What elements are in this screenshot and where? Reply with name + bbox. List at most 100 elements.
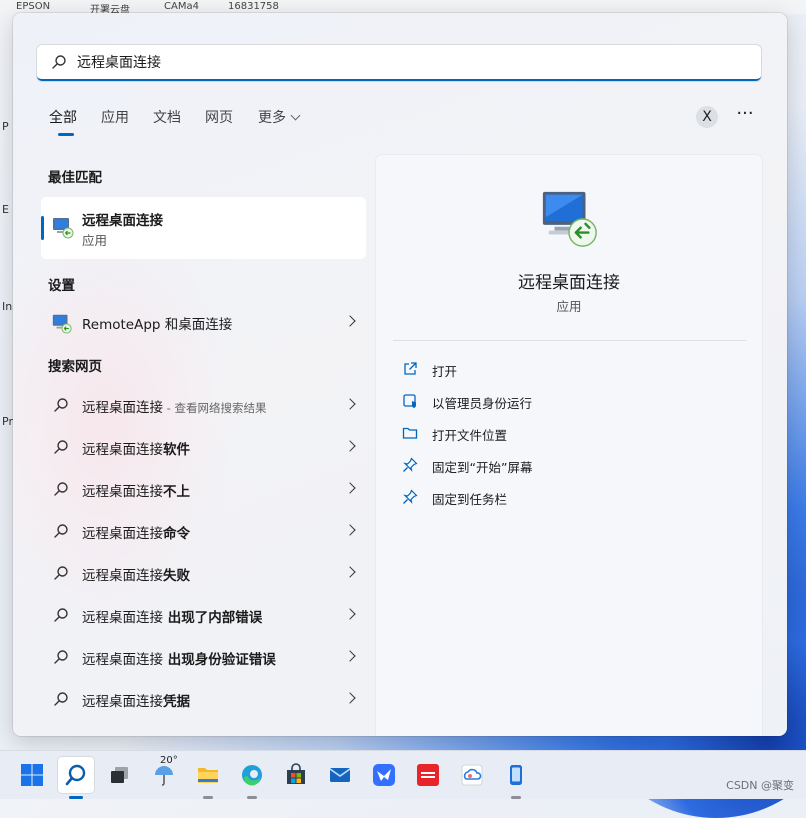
weather-widget[interactable]: 20° — [146, 755, 182, 793]
chevron-right-icon — [344, 440, 356, 452]
desktop-icon-label: 16831758 — [228, 1, 279, 12]
web-result-query: 远程桌面连接 — [82, 610, 163, 626]
web-result-label: 远程桌面连接不上 — [82, 480, 190, 500]
tab-all[interactable]: 全部 — [49, 107, 77, 127]
desktop-icon-label: CAMa4 — [164, 1, 199, 12]
search-icon — [54, 398, 68, 412]
search-input[interactable] — [77, 51, 737, 73]
desktop-icon-label: EPSON — [16, 1, 51, 12]
web-result-item[interactable]: 远程桌面连接凭据 — [41, 679, 366, 719]
mail-button[interactable] — [322, 757, 358, 793]
web-result-label: 远程桌面连接软件 — [82, 438, 190, 458]
remoteapp-icon — [52, 314, 72, 334]
web-search-heading: 搜索网页 — [48, 359, 102, 375]
web-result-suggestion: 出现了内部错误 — [163, 610, 263, 626]
remote-desktop-large-icon — [542, 191, 597, 247]
web-result-label: 远程桌面连接 出现身份验证错误 — [82, 648, 276, 668]
active-tab-indicator — [58, 133, 74, 136]
store-button[interactable] — [278, 757, 314, 793]
web-result-query: 远程桌面连接 — [82, 400, 163, 416]
web-result-query: 远程桌面连接 — [82, 442, 163, 458]
chevron-right-icon — [344, 650, 356, 662]
web-result-hint: - 查看网络搜索结果 — [163, 401, 267, 415]
account-button[interactable]: X — [696, 106, 718, 128]
folder-icon — [402, 427, 418, 439]
web-result-item[interactable]: 远程桌面连接不上 — [41, 469, 366, 509]
weather-icon — [155, 766, 173, 786]
chevron-right-icon — [344, 315, 356, 327]
settings-item-remoteapp[interactable]: RemoteApp 和桌面连接 — [41, 302, 366, 342]
web-result-suggestion: 命令 — [163, 526, 190, 542]
cloud-icon — [461, 764, 483, 786]
chevron-right-icon — [344, 566, 356, 578]
task-view-button[interactable] — [102, 757, 138, 793]
cloud-button[interactable] — [454, 757, 490, 793]
remote-desktop-icon — [53, 218, 74, 239]
tab-documents[interactable]: 文档 — [153, 107, 181, 127]
detail-app-kind: 应用 — [556, 299, 582, 314]
web-result-suggestion: 软件 — [163, 442, 190, 458]
search-icon — [54, 440, 68, 454]
web-result-item[interactable]: 远程桌面连接命令 — [41, 511, 366, 551]
phone-link-button[interactable] — [498, 757, 534, 799]
desktop-icon-label: P — [2, 120, 9, 133]
youdao-button[interactable] — [410, 757, 446, 793]
pin-icon — [403, 457, 418, 472]
web-result-query: 远程桌面连接 — [82, 652, 163, 668]
web-result-suggestion: 凭据 — [163, 694, 190, 710]
tab-apps[interactable]: 应用 — [101, 107, 129, 127]
mail-icon — [329, 768, 351, 782]
web-result-item[interactable]: 远程桌面连接 出现身份验证错误 — [41, 637, 366, 677]
task-view-icon — [111, 767, 128, 783]
pin-icon — [403, 489, 418, 504]
web-result-item[interactable]: 远程桌面连接 出现了内部错误 — [41, 595, 366, 635]
web-result-query: 远程桌面连接 — [82, 484, 163, 500]
chevron-right-icon — [344, 524, 356, 536]
feishu-button[interactable] — [366, 757, 402, 793]
edge-button[interactable] — [234, 757, 270, 799]
action-label: 以管理员身份运行 — [432, 396, 533, 411]
open-external-icon — [404, 362, 417, 375]
windows-start-icon — [21, 764, 43, 786]
phone-link-icon — [510, 765, 522, 785]
file-explorer-button[interactable] — [190, 757, 226, 799]
selection-indicator — [41, 216, 44, 240]
web-result-suggestion: 失败 — [163, 568, 190, 584]
best-match-subtitle: 应用 — [82, 233, 108, 248]
tab-more[interactable]: 更多 — [258, 107, 301, 127]
chevron-right-icon — [344, 692, 356, 704]
chevron-right-icon — [344, 398, 356, 410]
search-icon — [52, 55, 66, 69]
detail-app-name: 远程桌面连接 — [518, 273, 620, 293]
web-result-label: 远程桌面连接命令 — [82, 522, 190, 542]
web-result-item[interactable]: 远程桌面连接 - 查看网络搜索结果 — [41, 385, 366, 425]
file-explorer-icon — [198, 768, 218, 783]
web-result-item[interactable]: 远程桌面连接软件 — [41, 427, 366, 467]
run-as-admin-icon — [403, 394, 416, 408]
start-button[interactable] — [14, 757, 50, 793]
web-result-label: 远程桌面连接失败 — [82, 564, 190, 584]
web-result-query: 远程桌面连接 — [82, 526, 163, 542]
tab-web[interactable]: 网页 — [205, 107, 233, 127]
settings-item-label: RemoteApp 和桌面连接 — [82, 317, 233, 333]
search-icon — [54, 650, 68, 664]
watermark: CSDN @聚变 — [726, 779, 794, 792]
desktop-icon-label: Pr — [2, 415, 13, 428]
web-result-label: 远程桌面连接 - 查看网络搜索结果 — [82, 396, 266, 416]
chevron-down-icon — [290, 110, 301, 121]
action-label: 固定到“开始”屏幕 — [432, 460, 533, 475]
search-icon — [54, 482, 68, 496]
youdao-icon — [417, 764, 439, 786]
best-match-item[interactable]: 远程桌面连接 应用 — [41, 197, 366, 259]
weather-temperature: 20° — [160, 755, 178, 766]
desktop-icon-label: In — [2, 300, 13, 313]
web-result-query: 远程桌面连接 — [82, 568, 163, 584]
feishu-icon — [373, 764, 395, 786]
settings-heading: 设置 — [48, 278, 75, 294]
taskbar-search-button[interactable] — [58, 757, 94, 799]
search-box[interactable] — [37, 45, 761, 81]
more-options-button[interactable]: ··· — [733, 105, 757, 129]
web-result-item[interactable]: 远程桌面连接失败 — [41, 553, 366, 593]
best-match-heading: 最佳匹配 — [48, 170, 102, 186]
search-icon — [54, 524, 68, 538]
